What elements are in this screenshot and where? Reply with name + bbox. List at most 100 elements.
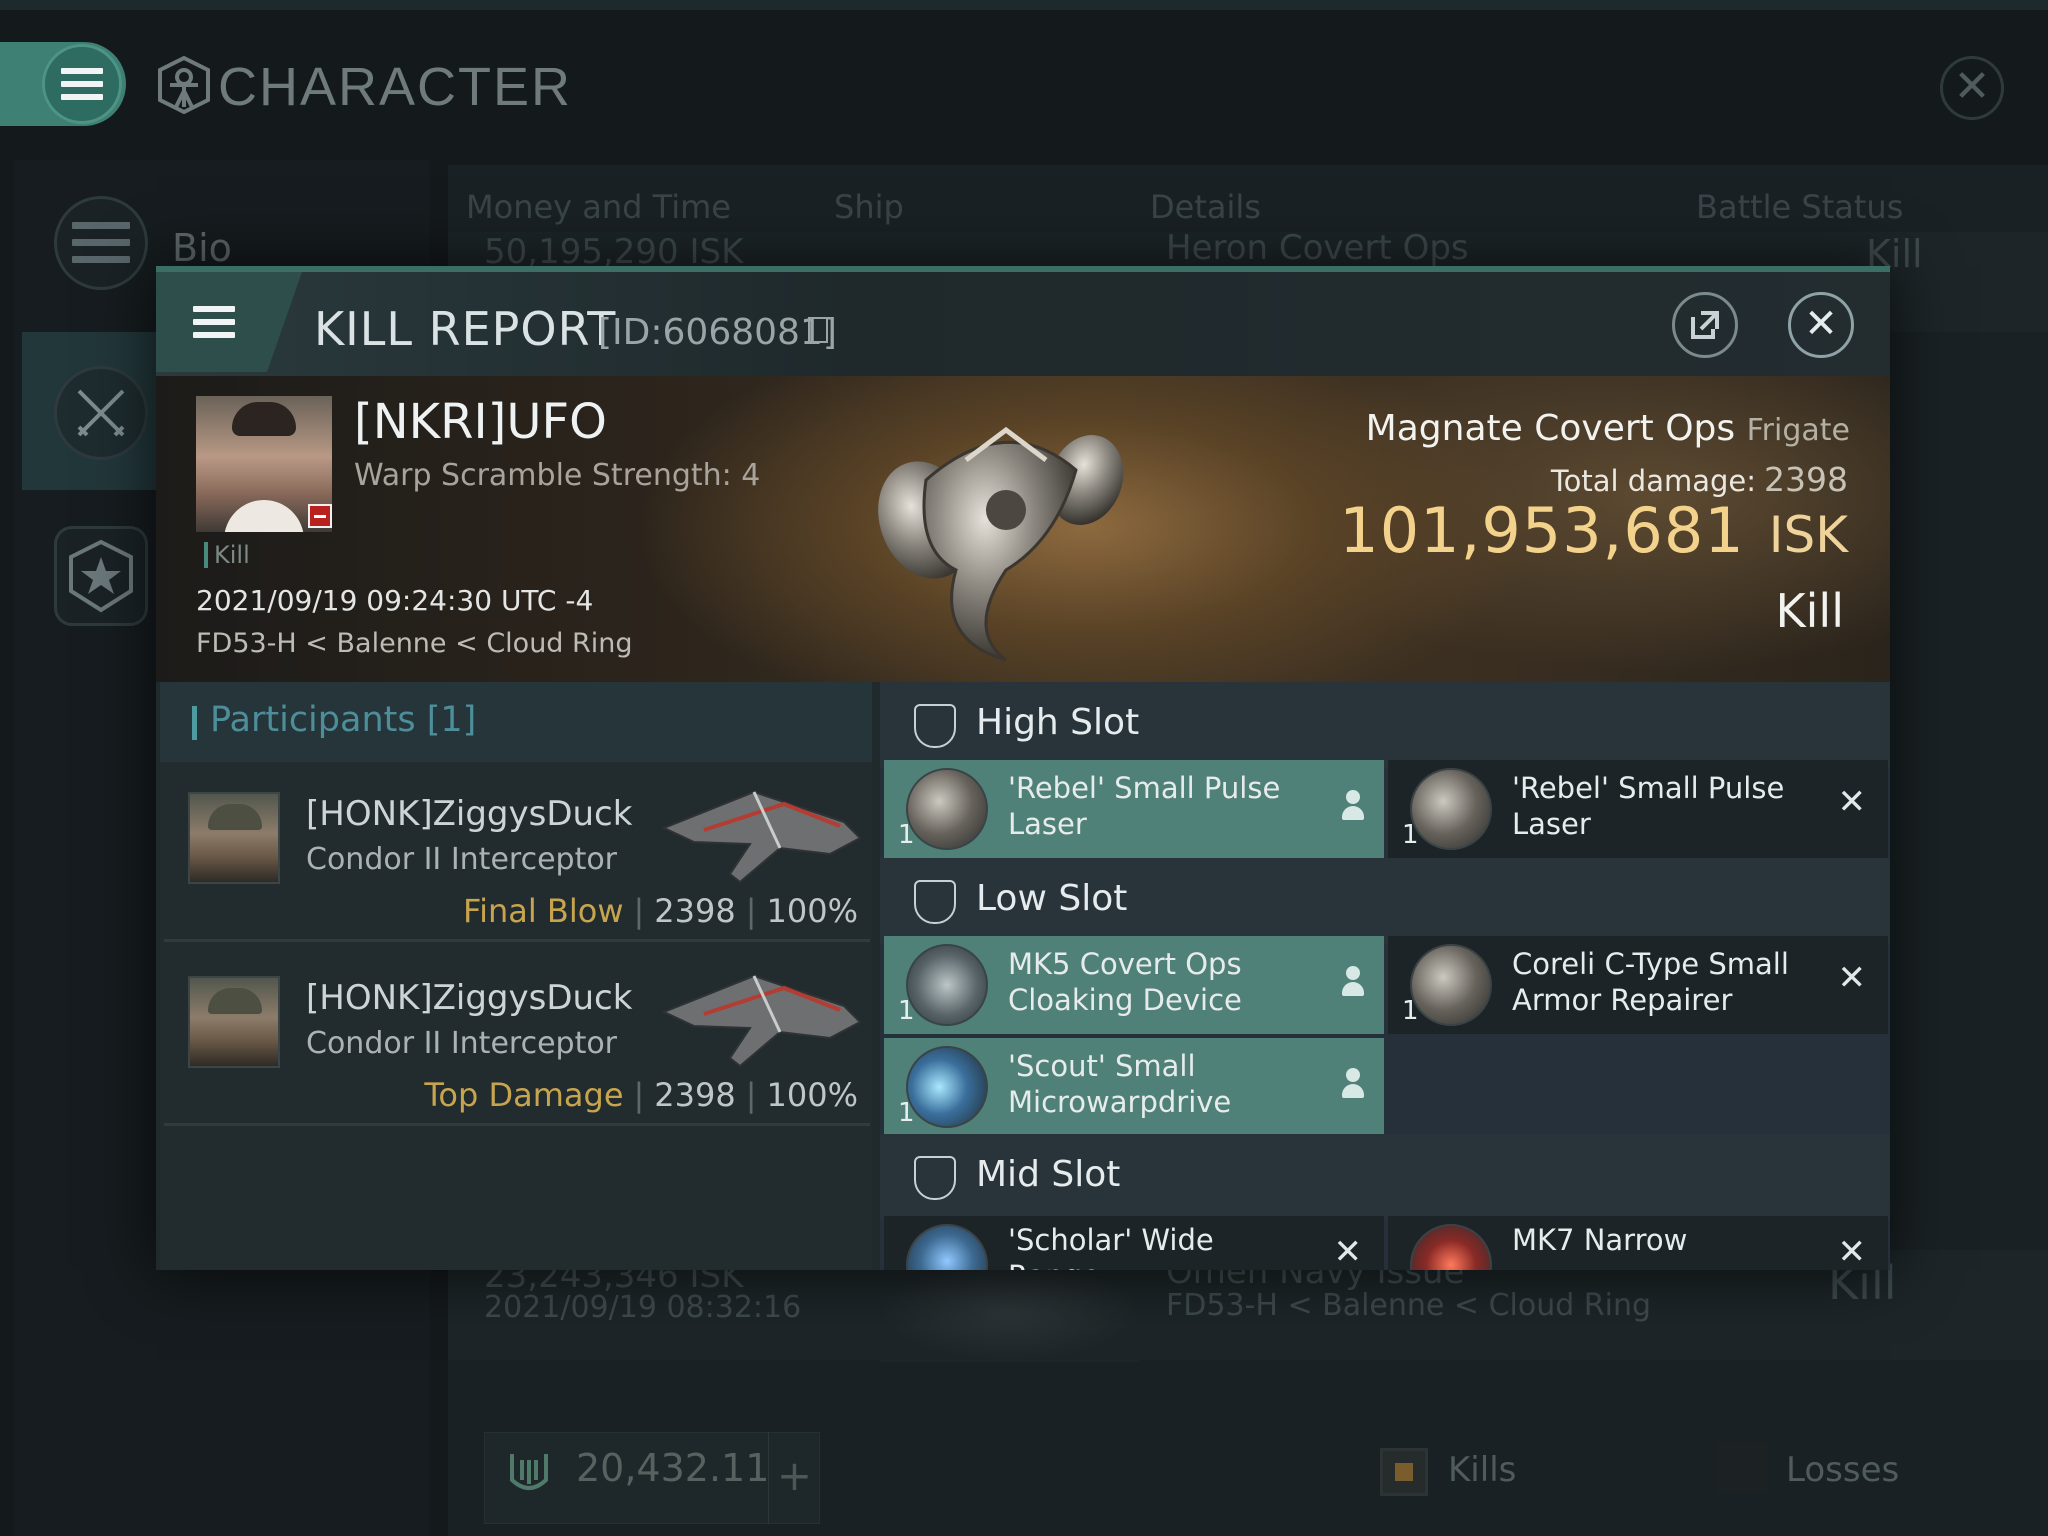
condor-ship-render[interactable] <box>634 962 864 1072</box>
kill-timestamp: 2021/09/19 09:24:30 UTC -4 <box>196 584 594 617</box>
participants-label: Participants [1] <box>210 700 477 740</box>
isk-value-row: 101,953,681 ISK <box>1339 494 1848 567</box>
sidebar-item-medals[interactable] <box>54 526 148 626</box>
victim-name[interactable]: [NKRI]UFO <box>354 394 607 450</box>
crossed-swords-icon <box>77 389 125 437</box>
share-button[interactable] <box>1672 292 1738 358</box>
window-title: CHARACTER <box>218 57 573 117</box>
participant-damage: 2398 <box>654 892 736 930</box>
module-item[interactable]: 1 'Scout' Small Microwarpdrive <box>884 1038 1384 1136</box>
victim-ship-render[interactable] <box>856 400 1156 670</box>
losses-filter-label[interactable]: Losses <box>1786 1450 1899 1490</box>
participant-percent: 100% <box>766 1076 858 1114</box>
module-name: 'Rebel' Small Pulse Laser <box>1008 771 1281 841</box>
modal-close-button[interactable]: ✕ <box>1788 292 1854 358</box>
slot-icon <box>914 704 956 748</box>
column-header-ship[interactable]: Ship <box>834 188 904 226</box>
module-item[interactable]: MK7 Narrow ✕ <box>1388 1216 1888 1270</box>
dropped-person-icon <box>1340 1068 1366 1102</box>
hamburger-icon <box>193 306 235 338</box>
participant-percent: 100% <box>766 892 858 930</box>
microwarpdrive-icon <box>906 1046 988 1128</box>
participant-role: Final Blow <box>463 892 624 930</box>
victim-banner: [NKRI]UFO Warp Scramble Strength: 4 Kill… <box>156 376 1890 682</box>
slot-label: Low Slot <box>976 878 1128 919</box>
add-isk-button[interactable]: + <box>768 1432 820 1524</box>
participant-portrait[interactable] <box>188 792 280 884</box>
module-name: MK5 Covert Ops Cloaking Device <box>1008 947 1242 1017</box>
module-qty: 1 <box>898 996 915 1026</box>
module-qty: 1 <box>898 820 915 850</box>
module-item[interactable]: 1 Coreli C-Type Small Armor Repairer ✕ <box>1388 936 1888 1034</box>
victim-ship-name[interactable]: Magnate Covert Ops Frigate <box>1366 408 1850 449</box>
sensor-module-icon <box>1410 1224 1492 1270</box>
armor-repairer-icon <box>1410 944 1492 1026</box>
module-item[interactable]: 1 MK5 Covert Ops Cloaking Device <box>884 936 1384 1034</box>
slot-label: Mid Slot <box>976 1154 1121 1195</box>
participant-ship: Condor II Interceptor <box>306 842 618 877</box>
dropped-person-icon <box>1340 966 1366 1000</box>
mid-slot-header: Mid Slot <box>880 1134 1890 1220</box>
participant-stats: Top Damage | 2398 | 100% <box>424 1076 858 1114</box>
kills-filter-checkbox[interactable] <box>1380 1448 1428 1496</box>
participant-ship: Condor II Interceptor <box>306 1026 618 1061</box>
copy-icon[interactable] <box>808 317 828 343</box>
column-header-details[interactable]: Details <box>1150 188 1261 226</box>
losses-filter-checkbox[interactable] <box>1716 1442 1768 1494</box>
kill-location[interactable]: FD53-H < Balenne < Cloud Ring <box>196 628 633 659</box>
participant-card[interactable]: [HONK]ZiggysDuck Condor II Interceptor F… <box>164 764 870 942</box>
isk-unit: ISK <box>1768 506 1848 564</box>
kills-filter-label[interactable]: Kills <box>1448 1450 1516 1490</box>
total-damage-label: Total damage: <box>1550 464 1757 498</box>
slot-icon <box>914 880 956 924</box>
hamburger-icon <box>61 68 103 100</box>
module-qty: 1 <box>1402 996 1419 1026</box>
participant-damage: 2398 <box>654 1076 736 1114</box>
participant-name[interactable]: [HONK]ZiggysDuck <box>306 794 632 834</box>
module-name: 'Rebel' Small Pulse Laser <box>1512 771 1785 841</box>
participant-portrait[interactable] <box>188 976 280 1068</box>
modal-title: KILL REPORT <box>314 302 617 356</box>
ship-thumbnail <box>880 1262 1140 1362</box>
top-strip <box>0 0 2048 10</box>
pulse-laser-icon <box>1410 768 1492 850</box>
module-item[interactable]: 1 'Rebel' Small Pulse Laser ✕ <box>1388 760 1888 858</box>
main-menu-button[interactable] <box>42 44 122 124</box>
sidebar-item-label: Bio <box>172 226 232 270</box>
destroyed-x-icon: ✕ <box>1333 1232 1363 1270</box>
module-item[interactable]: 'Scholar' Wide Range ✕ <box>884 1216 1384 1270</box>
sidebar-item-combat[interactable] <box>54 366 148 460</box>
cloaking-device-icon <box>906 944 988 1026</box>
low-slot-header: Low Slot <box>880 858 1890 944</box>
stat-divider: | <box>745 892 757 930</box>
dropped-person-icon <box>1340 790 1366 824</box>
warp-scramble-strength: Warp Scramble Strength: 4 <box>354 458 761 493</box>
participant-name[interactable]: [HONK]ZiggysDuck <box>306 978 632 1018</box>
participant-role: Top Damage <box>424 1076 624 1114</box>
condor-ship-render[interactable] <box>634 778 864 888</box>
slot-icon <box>914 1156 956 1200</box>
battle-status: Kill <box>1775 584 1844 638</box>
module-item[interactable]: 1 'Rebel' Small Pulse Laser <box>884 760 1384 858</box>
destroyed-x-icon: ✕ <box>1837 782 1867 822</box>
row-location: FD53-H < Balenne < Cloud Ring <box>1166 1288 1652 1323</box>
stat-divider: | <box>633 1076 645 1114</box>
window-close-button[interactable]: ✕ <box>1940 56 2004 120</box>
pulse-laser-icon <box>906 768 988 850</box>
participant-card[interactable]: [HONK]ZiggysDuck Condor II Interceptor T… <box>164 948 870 1126</box>
high-slot-header: High Slot <box>880 682 1890 768</box>
destroyed-x-icon: ✕ <box>1837 958 1867 998</box>
column-header-status[interactable]: Battle Status <box>1696 188 1903 226</box>
sidebar-item-bio[interactable] <box>54 196 148 290</box>
module-name: Coreli C-Type Small Armor Repairer <box>1512 947 1789 1017</box>
slot-label: High Slot <box>976 702 1140 743</box>
star-shield-icon <box>69 539 133 613</box>
sensor-module-icon <box>906 1224 988 1270</box>
column-header-money[interactable]: Money and Time <box>466 188 731 226</box>
module-name: 'Scholar' Wide Range <box>1008 1223 1214 1270</box>
module-name: MK7 Narrow <box>1512 1223 1688 1257</box>
row-ship: Heron Covert Ops <box>1166 228 1469 268</box>
isk-icon <box>510 1454 548 1490</box>
character-emblem-icon <box>158 55 210 115</box>
kill-tag: Kill <box>204 542 250 568</box>
